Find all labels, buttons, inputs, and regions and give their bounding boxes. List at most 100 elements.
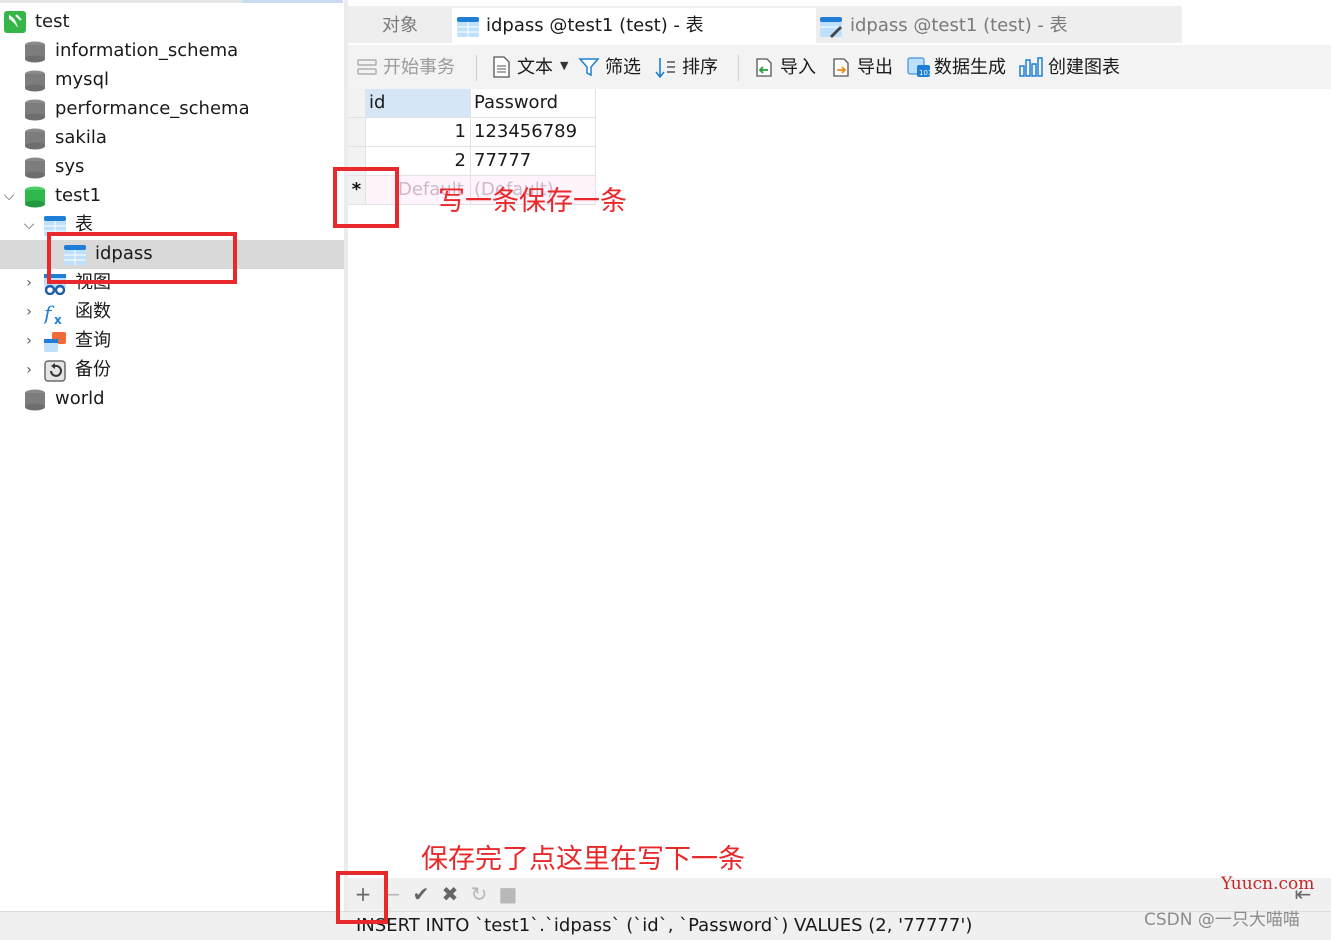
data-generation-icon: 101	[907, 57, 931, 77]
db-label: sakila	[55, 127, 107, 148]
db-label: information_schema	[55, 40, 239, 61]
stop-icon[interactable]: ■	[498, 884, 518, 904]
connection-label: test	[35, 11, 70, 32]
import-icon	[756, 58, 772, 77]
status-bar: INSERT INTO `test1`.`idpass` (`id`, `Pas…	[0, 911, 1331, 940]
db-label: world	[55, 388, 105, 409]
watermark-yuucn: Yuucn.com	[1221, 874, 1315, 894]
chevron-down-icon[interactable]: ⌵	[1, 188, 17, 204]
cell-password[interactable]: 123456789	[471, 118, 596, 147]
queries-label: 查询	[75, 330, 111, 351]
database-open-icon	[25, 186, 45, 208]
record-toolbar: + − ✔ ✖ ↻ ■ ⇤	[348, 878, 1331, 911]
function-icon: f x	[44, 302, 62, 324]
button-label: 开始事务	[383, 57, 455, 78]
cell-id[interactable]: 1	[366, 118, 471, 147]
database-icon	[25, 99, 45, 121]
tree-db-information-schema[interactable]: information_schema	[0, 37, 344, 66]
backup-icon	[44, 360, 66, 382]
chevron-down-icon[interactable]: ⌵	[21, 217, 37, 233]
document-icon	[493, 56, 510, 78]
tree-db-test1[interactable]: ⌵ test1	[0, 182, 344, 211]
tree-db-performance-schema[interactable]: performance_schema	[0, 95, 344, 124]
database-icon	[25, 70, 45, 92]
db-label: test1	[55, 185, 102, 206]
svg-text:x: x	[54, 313, 62, 324]
button-label: 导入	[780, 57, 816, 78]
connection-icon	[4, 11, 26, 33]
data-generation-button[interactable]: 101 数据生成	[907, 55, 1011, 81]
chevron-right-icon[interactable]: ›	[21, 304, 37, 320]
tree-db-world[interactable]: world	[0, 385, 344, 414]
tree-db-sys[interactable]: sys	[0, 153, 344, 182]
export-button[interactable]: 导出	[830, 55, 898, 81]
watermark-csdn: CSDN @一只大喵喵	[1144, 910, 1300, 930]
transaction-icon	[357, 59, 377, 75]
tree-queries-folder[interactable]: › 查询	[0, 327, 344, 356]
tab-objects[interactable]: 对象	[348, 8, 452, 45]
main-panel: 对象 idpass @test1 (test) - 表 idpass @test…	[348, 0, 1331, 912]
toolbar-divider	[738, 55, 739, 81]
backups-label: 备份	[75, 359, 111, 380]
refresh-icon[interactable]: ↻	[469, 884, 489, 904]
chart-icon	[1019, 57, 1043, 77]
sort-icon	[655, 58, 675, 78]
import-button[interactable]: 导入	[753, 55, 821, 81]
sidebar-strip-segment	[0, 0, 242, 3]
apply-check-icon[interactable]: ✔	[411, 884, 431, 904]
tab-label: idpass @test1 (test) - 表	[486, 15, 704, 36]
chevron-right-icon[interactable]: ›	[21, 362, 37, 378]
db-label: sys	[55, 156, 85, 177]
table-design-icon	[820, 17, 842, 38]
text-view-button[interactable]: 文本 ▼	[490, 55, 572, 81]
filter-icon	[578, 58, 600, 77]
last-sql-statement: INSERT INTO `test1`.`idpass` (`id`, `Pas…	[356, 915, 973, 936]
annotation-box-new-row	[333, 167, 399, 228]
query-icon	[44, 332, 66, 352]
tab-label: 对象	[382, 15, 418, 36]
button-label: 数据生成	[934, 57, 1006, 78]
button-label: 排序	[682, 57, 718, 78]
chevron-right-icon[interactable]: ›	[21, 275, 37, 291]
column-header-id[interactable]: id	[366, 89, 471, 118]
annotation-box-idpass	[47, 232, 237, 284]
annotation-write-one: 写一条保存一条	[438, 186, 627, 217]
discard-x-icon[interactable]: ✖	[440, 884, 460, 904]
database-icon	[25, 128, 45, 150]
filter-button[interactable]: 筛选	[578, 55, 646, 81]
grid-corner	[348, 89, 366, 118]
tab-bar: 对象 idpass @test1 (test) - 表 idpass @test…	[348, 0, 1331, 45]
chevron-right-icon[interactable]: ›	[21, 333, 37, 349]
cell-password[interactable]: 77777	[471, 147, 596, 176]
tree-connection-test[interactable]: test	[0, 8, 344, 37]
database-icon	[25, 389, 45, 411]
svg-text:101: 101	[919, 69, 931, 77]
navigation-tree: test information_schema mysql performanc…	[0, 0, 344, 912]
sidebar-top-strip	[0, 0, 344, 4]
tab-idpass-table-design[interactable]: idpass @test1 (test) - 表	[816, 8, 1182, 45]
toolbar-divider	[476, 55, 477, 81]
db-label: performance_schema	[55, 98, 250, 119]
sort-button[interactable]: 排序	[655, 55, 723, 81]
button-label: 创建图表	[1048, 57, 1120, 78]
database-icon	[25, 41, 45, 63]
tree-functions-folder[interactable]: › f x 函数	[0, 298, 344, 327]
row-header[interactable]	[348, 118, 366, 147]
begin-transaction-button[interactable]: 开始事务	[356, 55, 466, 81]
tree-backups-folder[interactable]: › 备份	[0, 356, 344, 385]
annotation-save-then-next: 保存完了点这里在写下一条	[421, 844, 745, 875]
caret-down-icon[interactable]: ▼	[560, 59, 568, 72]
table-icon	[457, 17, 479, 37]
button-label: 文本	[517, 57, 553, 78]
tab-idpass-table-active[interactable]: idpass @test1 (test) - 表	[452, 8, 816, 45]
tree-db-mysql[interactable]: mysql	[0, 66, 344, 95]
database-icon	[25, 157, 45, 179]
create-chart-button[interactable]: 创建图表	[1019, 55, 1125, 81]
tree-db-sakila[interactable]: sakila	[0, 124, 344, 153]
table-toolbar: 开始事务 文本 ▼ 筛选 排序 导入 导出 101 数据生成 创建图表	[348, 45, 1331, 89]
tab-label: idpass @test1 (test) - 表	[850, 15, 1068, 36]
annotation-box-add-button	[336, 871, 388, 924]
export-icon	[833, 58, 849, 77]
button-label: 导出	[857, 57, 893, 78]
column-header-password[interactable]: Password	[471, 89, 596, 118]
